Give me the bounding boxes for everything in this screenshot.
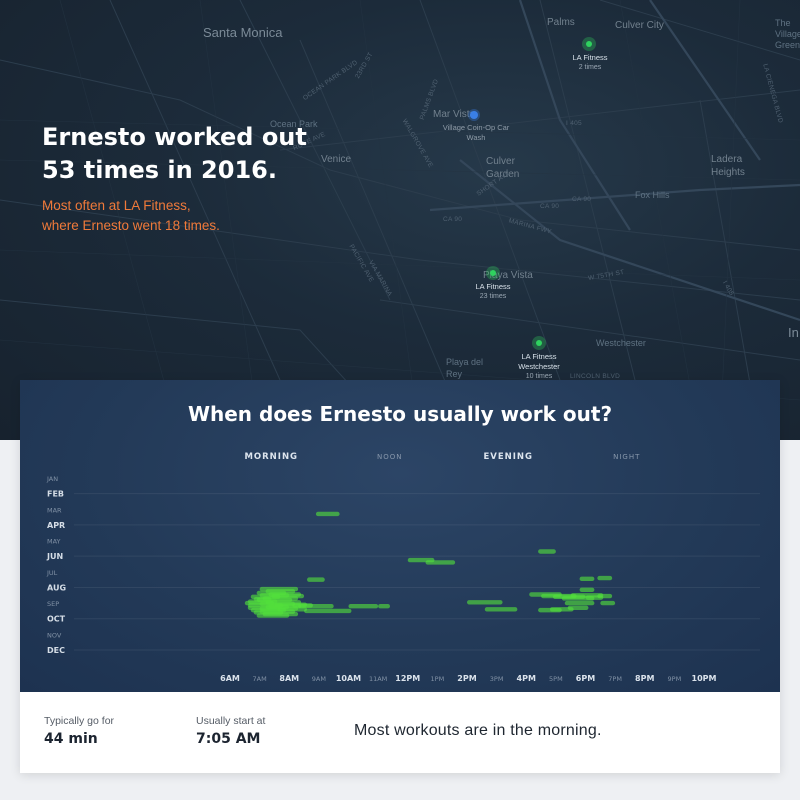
map-background[interactable]: Santa Monica Palms Culver City The Villa… [0, 0, 800, 440]
workout-times-card: When does Ernesto usually work out? JAN F… [20, 380, 780, 773]
map-road-label: LINCOLN BLVD [570, 373, 621, 380]
stats-bar: Typically go for 44 min Usually start at… [20, 692, 780, 773]
map-place-label: The Village Green [775, 18, 800, 50]
workout-bar [484, 607, 518, 612]
map-place-label: Venice [321, 154, 352, 165]
hour-tick-label: 4PM [517, 674, 536, 683]
hour-tick-label: 11AM [369, 675, 387, 683]
gym-pin[interactable] [582, 37, 596, 51]
month-tick-label: NOV [47, 631, 62, 639]
workout-time-chart: JAN FEB MAR APR MAY JUN JUL AUG SEP OCT NOV DEC 6AM 7… [46, 452, 760, 683]
hour-tick-label: 9AM [312, 675, 326, 683]
hour-tick-label: 8PM [635, 674, 654, 683]
gym-count: 2 times [578, 64, 602, 71]
map-place-label: Fox Hills [635, 190, 670, 200]
duration-label: Typically go for [44, 715, 115, 727]
month-tick-label: DEC [47, 646, 65, 655]
hour-tick-label: 6AM [220, 674, 240, 683]
workout-bar [579, 576, 595, 582]
period-label: NIGHT [613, 453, 640, 461]
workout-bar [538, 549, 556, 554]
hour-tick-label: 8AM [279, 674, 299, 683]
hour-tick-label: 3PM [490, 675, 504, 683]
workout-bar [597, 575, 613, 581]
headline-line-2: 53 times in 2016. [42, 156, 277, 184]
map-place-label: Santa Monica [203, 25, 283, 40]
start-time-label: Usually start at [196, 715, 266, 727]
workout-bar [585, 595, 604, 600]
subheadline: Most often at LA Fitness, where Ernesto … [42, 196, 220, 236]
workout-bar [304, 608, 352, 614]
workout-bar [348, 604, 379, 609]
headline: Ernesto worked out 53 times in 2016. [42, 121, 307, 187]
workout-bar [425, 560, 456, 565]
duration-value: 44 min [44, 731, 98, 747]
month-tick-label: OCT [47, 615, 66, 624]
hour-tick-label: 5PM [549, 675, 563, 683]
month-tick-label: FEB [47, 490, 64, 499]
map-place-label: Palms [547, 17, 575, 28]
gym-name: LA Fitness [475, 282, 511, 291]
map-place-label: In [788, 325, 799, 340]
map-road-label: CA 90 [540, 203, 560, 210]
subheadline-line-2: where Ernesto went 18 times. [42, 218, 220, 233]
month-tick-label: MAY [47, 538, 61, 546]
workout-bar [564, 600, 595, 606]
month-tick-label: SEP [47, 600, 59, 608]
map-place-label: Playa del Rey [446, 357, 484, 379]
workout-bar [307, 577, 325, 582]
hour-tick-label: 7PM [608, 675, 622, 683]
gym-pin-label: LA Fitness 23 times [463, 282, 523, 302]
period-label: MORNING [244, 452, 298, 462]
hour-tick-label: 10AM [336, 674, 361, 683]
period-label: EVENING [483, 452, 533, 462]
month-tick-label: APR [47, 521, 65, 530]
map-road-label: CA 90 [443, 216, 463, 223]
gym-pin-label: LA Fitness 2 times [560, 53, 620, 73]
hour-tick-label: 12PM [395, 674, 420, 683]
workout-bar [256, 613, 290, 618]
workout-bar [315, 511, 340, 517]
hour-tick-label: 9PM [668, 675, 682, 683]
gym-name: LA Fitness Westchester [518, 352, 560, 371]
workout-bar [265, 604, 290, 610]
hour-tick-label: 6PM [576, 674, 595, 683]
workout-bar [253, 596, 272, 602]
month-tick-label: AUG [47, 583, 66, 592]
month-tick-label: JUN [46, 552, 63, 561]
gym-pin[interactable] [532, 336, 546, 350]
hour-tick-label: 7AM [253, 675, 267, 683]
headline-line-1: Ernesto worked out [42, 123, 307, 151]
workout-bar [378, 604, 390, 609]
workout-bar [579, 587, 595, 592]
gym-pin-label: LA Fitness Westchester 10 times [503, 352, 575, 382]
car-wash-label: Village Coin-Op Car Wash [442, 123, 510, 142]
month-tick-label: MAR [47, 506, 62, 514]
map-place-label: Culver City [615, 20, 664, 31]
car-wash-marker[interactable] [470, 111, 478, 119]
period-label: NOON [377, 453, 403, 461]
gym-count: 23 times [479, 293, 507, 300]
month-tick-label: JUL [46, 569, 58, 577]
hour-tick-label: 2PM [457, 674, 476, 683]
map-road-label: CA 90 [572, 196, 592, 203]
month-tick-label: JAN [46, 475, 58, 483]
start-time-value: 7:05 AM [196, 731, 261, 747]
gym-pin[interactable] [486, 266, 500, 280]
gym-name: LA Fitness [572, 53, 608, 62]
hour-tick-label: 1PM [431, 675, 445, 683]
subheadline-line-1: Most often at LA Fitness, [42, 198, 191, 213]
workout-chart-panel: When does Ernesto usually work out? JAN F… [20, 380, 780, 692]
workout-bar [298, 604, 334, 609]
workout-bar [538, 607, 562, 613]
workout-bar [467, 600, 503, 605]
map-place-label: Westchester [596, 338, 646, 348]
workout-bar [600, 600, 616, 606]
map-place-label: Ladera Heights [711, 154, 745, 178]
summary-text: Most workouts are in the morning. [354, 722, 602, 739]
hour-tick-label: 10PM [692, 674, 717, 683]
map-place-label: Mar Vista [433, 109, 476, 120]
map-road-label: I 405 [566, 120, 582, 127]
